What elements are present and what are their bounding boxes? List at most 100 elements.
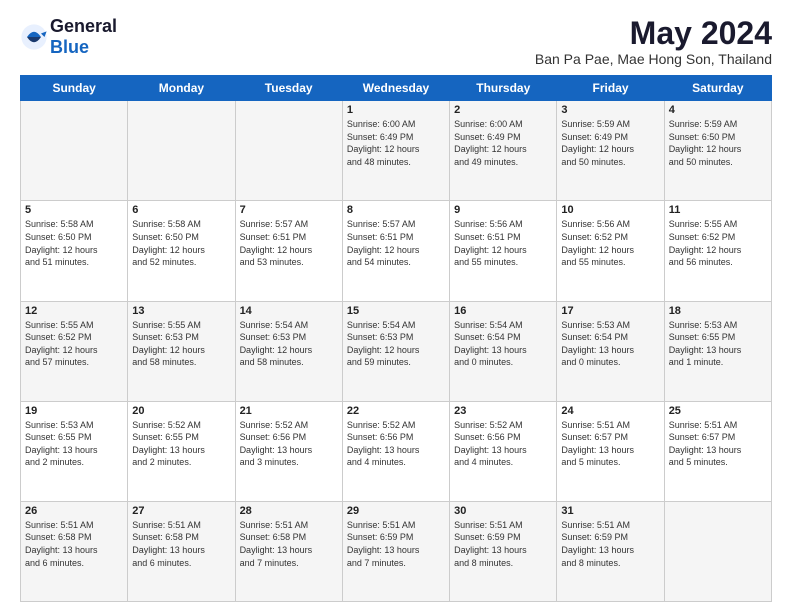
weekday-header: Wednesday xyxy=(342,76,449,101)
calendar-day-cell: 24Sunrise: 5:51 AM Sunset: 6:57 PM Dayli… xyxy=(557,401,664,501)
weekday-header: Thursday xyxy=(450,76,557,101)
day-number: 13 xyxy=(132,305,230,317)
day-info: Sunrise: 5:56 AM Sunset: 6:51 PM Dayligh… xyxy=(454,218,552,268)
day-info: Sunrise: 5:58 AM Sunset: 6:50 PM Dayligh… xyxy=(25,218,123,268)
day-number: 30 xyxy=(454,505,552,517)
day-number: 17 xyxy=(561,305,659,317)
day-number: 22 xyxy=(347,405,445,417)
day-info: Sunrise: 5:55 AM Sunset: 6:52 PM Dayligh… xyxy=(669,218,767,268)
day-number: 8 xyxy=(347,204,445,216)
day-info: Sunrise: 5:51 AM Sunset: 6:57 PM Dayligh… xyxy=(561,419,659,469)
day-number: 7 xyxy=(240,204,338,216)
calendar-day-cell: 21 Sunrise: 5:52 AM Sunset: 6:56 PM Dayli… xyxy=(235,401,342,501)
day-info: Sunrise: 5:55 AM Sunset: 6:53 PM Dayligh… xyxy=(132,319,230,369)
calendar-day-cell: 17 Sunrise: 5:53 AM Sunset: 6:54 PM Dayli… xyxy=(557,301,664,401)
weekday-header: Saturday xyxy=(664,76,771,101)
day-info: Sunrise: 5:55 AM Sunset: 6:52 PM Dayligh… xyxy=(25,319,123,369)
day-number: 18 xyxy=(669,305,767,317)
day-info: Sunrise: 5:52 AM Sunset: 6:55 PM Dayligh… xyxy=(132,419,230,469)
day-number: 11 xyxy=(669,204,767,216)
day-info: Sunrise: 6:00 AM Sunset: 6:49 PM Dayligh… xyxy=(347,118,445,168)
calendar-day-cell: 8 Sunrise: 5:57 AM Sunset: 6:51 PM Daylig… xyxy=(342,201,449,301)
calendar-day-cell: 15 Sunrise: 5:54 AM Sunset: 6:53 PM Dayli… xyxy=(342,301,449,401)
day-number: 15 xyxy=(347,305,445,317)
calendar-day-cell: 7 Sunrise: 5:57 AM Sunset: 6:51 PM Daylig… xyxy=(235,201,342,301)
day-number: 21 xyxy=(240,405,338,417)
day-number: 29 xyxy=(347,505,445,517)
weekday-header: Monday xyxy=(128,76,235,101)
logo-blue-text: Blue xyxy=(50,37,89,57)
calendar-day-cell: 14Sunrise: 5:54 AM Sunset: 6:53 PM Dayli… xyxy=(235,301,342,401)
calendar-empty-cell xyxy=(235,101,342,201)
location: Ban Pa Pae, Mae Hong Son, Thailand xyxy=(535,51,772,67)
calendar-day-cell: 10Sunrise: 5:56 AM Sunset: 6:52 PM Dayli… xyxy=(557,201,664,301)
calendar-day-cell: 13 Sunrise: 5:55 AM Sunset: 6:53 PM Dayli… xyxy=(128,301,235,401)
weekday-header: Tuesday xyxy=(235,76,342,101)
day-info: Sunrise: 5:51 AM Sunset: 6:59 PM Dayligh… xyxy=(561,519,659,569)
day-info: Sunrise: 5:52 AM Sunset: 6:56 PM Dayligh… xyxy=(240,419,338,469)
day-info: Sunrise: 5:53 AM Sunset: 6:55 PM Dayligh… xyxy=(25,419,123,469)
calendar-week-row: 19 Sunrise: 5:53 AM Sunset: 6:55 PM Dayli… xyxy=(21,401,772,501)
day-info: Sunrise: 5:59 AM Sunset: 6:50 PM Dayligh… xyxy=(669,118,767,168)
calendar-day-cell: 18 Sunrise: 5:53 AM Sunset: 6:55 PM Dayli… xyxy=(664,301,771,401)
calendar-day-cell: 29Sunrise: 5:51 AM Sunset: 6:59 PM Dayli… xyxy=(342,501,449,601)
day-number: 19 xyxy=(25,405,123,417)
day-info: Sunrise: 5:53 AM Sunset: 6:55 PM Dayligh… xyxy=(669,319,767,369)
day-info: Sunrise: 5:54 AM Sunset: 6:53 PM Dayligh… xyxy=(347,319,445,369)
day-number: 28 xyxy=(240,505,338,517)
day-number: 4 xyxy=(669,104,767,116)
day-number: 25 xyxy=(669,405,767,417)
day-info: Sunrise: 5:57 AM Sunset: 6:51 PM Dayligh… xyxy=(347,218,445,268)
calendar-day-cell: 31 Sunrise: 5:51 AM Sunset: 6:59 PM Dayli… xyxy=(557,501,664,601)
title-block: May 2024 Ban Pa Pae, Mae Hong Son, Thail… xyxy=(535,16,772,67)
day-number: 23 xyxy=(454,405,552,417)
calendar-header-row: SundayMondayTuesdayWednesdayThursdayFrid… xyxy=(21,76,772,101)
month-title: May 2024 xyxy=(535,16,772,51)
day-info: Sunrise: 5:57 AM Sunset: 6:51 PM Dayligh… xyxy=(240,218,338,268)
day-info: Sunrise: 5:51 AM Sunset: 6:58 PM Dayligh… xyxy=(132,519,230,569)
calendar-week-row: 5 Sunrise: 5:58 AM Sunset: 6:50 PM Daylig… xyxy=(21,201,772,301)
day-info: Sunrise: 5:51 AM Sunset: 6:58 PM Dayligh… xyxy=(25,519,123,569)
calendar-day-cell: 16Sunrise: 5:54 AM Sunset: 6:54 PM Dayli… xyxy=(450,301,557,401)
calendar-day-cell: 3 Sunrise: 5:59 AM Sunset: 6:49 PM Daylig… xyxy=(557,101,664,201)
calendar-day-cell: 23Sunrise: 5:52 AM Sunset: 6:56 PM Dayli… xyxy=(450,401,557,501)
day-number: 5 xyxy=(25,204,123,216)
calendar-day-cell: 22 Sunrise: 5:52 AM Sunset: 6:56 PM Dayli… xyxy=(342,401,449,501)
day-number: 9 xyxy=(454,204,552,216)
calendar-week-row: 1Sunrise: 6:00 AM Sunset: 6:49 PM Daylig… xyxy=(21,101,772,201)
day-info: Sunrise: 5:54 AM Sunset: 6:53 PM Dayligh… xyxy=(240,319,338,369)
day-number: 10 xyxy=(561,204,659,216)
day-number: 16 xyxy=(454,305,552,317)
calendar-day-cell: 6Sunrise: 5:58 AM Sunset: 6:50 PM Daylig… xyxy=(128,201,235,301)
calendar-day-cell: 19 Sunrise: 5:53 AM Sunset: 6:55 PM Dayli… xyxy=(21,401,128,501)
calendar-day-cell: 11 Sunrise: 5:55 AM Sunset: 6:52 PM Dayli… xyxy=(664,201,771,301)
calendar-day-cell: 30Sunrise: 5:51 AM Sunset: 6:59 PM Dayli… xyxy=(450,501,557,601)
logo-general-text: General xyxy=(50,16,117,36)
day-number: 2 xyxy=(454,104,552,116)
page: General Blue May 2024 Ban Pa Pae, Mae Ho… xyxy=(0,0,792,612)
calendar-table: SundayMondayTuesdayWednesdayThursdayFrid… xyxy=(20,75,772,602)
calendar-empty-cell xyxy=(664,501,771,601)
calendar-day-cell: 27 Sunrise: 5:51 AM Sunset: 6:58 PM Dayli… xyxy=(128,501,235,601)
day-info: Sunrise: 5:52 AM Sunset: 6:56 PM Dayligh… xyxy=(347,419,445,469)
calendar-empty-cell xyxy=(128,101,235,201)
day-number: 3 xyxy=(561,104,659,116)
calendar-day-cell: 12Sunrise: 5:55 AM Sunset: 6:52 PM Dayli… xyxy=(21,301,128,401)
calendar-day-cell: 25 Sunrise: 5:51 AM Sunset: 6:57 PM Dayli… xyxy=(664,401,771,501)
day-info: Sunrise: 5:53 AM Sunset: 6:54 PM Dayligh… xyxy=(561,319,659,369)
day-number: 26 xyxy=(25,505,123,517)
day-info: Sunrise: 5:51 AM Sunset: 6:57 PM Dayligh… xyxy=(669,419,767,469)
day-info: Sunrise: 5:58 AM Sunset: 6:50 PM Dayligh… xyxy=(132,218,230,268)
day-number: 27 xyxy=(132,505,230,517)
day-number: 20 xyxy=(132,405,230,417)
calendar-week-row: 12Sunrise: 5:55 AM Sunset: 6:52 PM Dayli… xyxy=(21,301,772,401)
calendar-empty-cell xyxy=(21,101,128,201)
day-info: Sunrise: 5:59 AM Sunset: 6:49 PM Dayligh… xyxy=(561,118,659,168)
calendar-day-cell: 26 Sunrise: 5:51 AM Sunset: 6:58 PM Dayli… xyxy=(21,501,128,601)
day-number: 31 xyxy=(561,505,659,517)
calendar-day-cell: 4 Sunrise: 5:59 AM Sunset: 6:50 PM Daylig… xyxy=(664,101,771,201)
weekday-header: Sunday xyxy=(21,76,128,101)
weekday-header: Friday xyxy=(557,76,664,101)
calendar-day-cell: 28Sunrise: 5:51 AM Sunset: 6:58 PM Dayli… xyxy=(235,501,342,601)
calendar-day-cell: 2Sunrise: 6:00 AM Sunset: 6:49 PM Daylig… xyxy=(450,101,557,201)
